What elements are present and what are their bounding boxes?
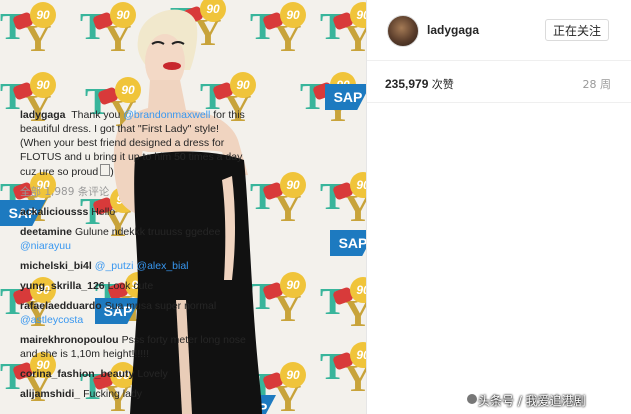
comment-text: Hello (91, 206, 116, 218)
post-stats: 235,979 次赞 28 周 (367, 60, 631, 103)
caption-text-1: Thank you (71, 109, 121, 121)
likes-unit: 次赞 (431, 78, 454, 91)
comment-username[interactable]: alijamshidi_ (20, 388, 80, 400)
comment-username[interactable]: yung_skrilla_126 (20, 280, 105, 292)
post-username[interactable]: ladygaga (427, 23, 479, 37)
comment-row: deetamine Gulune ndekkk truuuss ggedee @n… (20, 225, 250, 253)
comment-row: michelski_bi4l @_putzi @alex_bial (20, 259, 250, 273)
comment-mention[interactable]: @niarayuu (20, 240, 71, 252)
comment-row: ackaliciousss Hello (20, 205, 250, 219)
post-header: ladygaga 正在关注 (367, 0, 631, 61)
likes-number: 235,979 (385, 77, 429, 91)
caption: ladygaga Thank you @brandonmaxwell for t… (20, 109, 245, 178)
comment-username[interactable]: ackaliciousss (20, 206, 88, 218)
comment-username[interactable]: mairekhronopoulou (20, 334, 119, 346)
lips (163, 62, 181, 70)
comment-text: Gulune ndekkk truuuss ggedee (74, 226, 221, 238)
emoji-placeholder-icon (100, 164, 111, 176)
comments-feed: ladygaga Thank you @brandonmaxwell for t… (20, 108, 250, 407)
comment-row: alijamshidi_ Fucking lady (20, 387, 250, 401)
post-detail-panel: ladygaga 正在关注 235,979 次赞 28 周 (366, 0, 631, 414)
comment-text: Fucking lady (83, 388, 143, 400)
comment-row: mairekhronopoulou Psss forty meter long n… (20, 333, 250, 361)
comment-row: corina_fashion_beauty Lovely (20, 367, 250, 381)
comment-row: rafaelaedduardo Sua musa super normal @as… (20, 299, 250, 327)
caption-mention[interactable]: @brandonmaxwell (123, 109, 210, 121)
comment-text: Lovely (137, 368, 168, 380)
following-button[interactable]: 正在关注 (545, 19, 609, 41)
comment-text: Sua musa super normal (104, 300, 217, 312)
comment-username[interactable]: corina_fashion_beauty (20, 368, 134, 380)
likes-count[interactable]: 235,979 次赞 (385, 76, 454, 92)
comment-username[interactable]: rafaelaedduardo (20, 300, 102, 312)
comment-mention[interactable]: @_putzi (95, 260, 134, 272)
watermark-icon (466, 393, 478, 405)
comment-row: yung_skrilla_126 Look cute (20, 279, 250, 293)
watermark: 头条号 / 我爱追港剧 (478, 394, 586, 408)
comment-mention[interactable]: @alex_bial (136, 260, 188, 272)
comment-mention[interactable]: @astleycosta (20, 314, 83, 326)
comment-username[interactable]: deetamine (20, 226, 72, 238)
caption-username[interactable]: ladygaga (20, 109, 66, 121)
avatar[interactable] (387, 15, 419, 47)
comment-text: Look cute (107, 280, 154, 292)
comment-username[interactable]: michelski_bi4l (20, 260, 92, 272)
view-all-comments-link[interactable]: 全部 1,989 条评论 (20, 185, 250, 199)
comment-list: ackaliciousss Hello deetamine Gulune ndekk… (20, 205, 250, 401)
post-age[interactable]: 28 周 (583, 76, 612, 92)
